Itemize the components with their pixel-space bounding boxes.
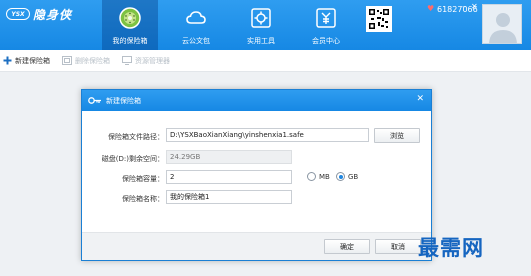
toolbar: 新建保险箱 删除保险箱 资源管理器 <box>0 50 531 72</box>
tab-cloud-briefcase[interactable]: 云公文包 <box>168 0 224 50</box>
unit-mb-label: MB <box>319 173 330 181</box>
safe-name-label: 保险箱名称： <box>122 195 164 203</box>
new-safe-button[interactable]: 新建保险箱 <box>2 56 50 66</box>
disk-space-label: 磁盘(D:)剩余空间： <box>101 155 164 163</box>
capacity-label: 保险箱容量： <box>122 175 164 183</box>
heart-icon: ♥ <box>427 4 435 13</box>
browse-button[interactable]: 浏览 <box>374 128 420 143</box>
safe-icon <box>62 56 72 66</box>
unit-gb-label: GB <box>348 173 359 181</box>
unit-mb-radio[interactable] <box>307 172 316 181</box>
minimize-icon[interactable]: – <box>462 2 466 11</box>
app-logo: YSX 隐身侠 <box>6 6 72 22</box>
path-label: 保险箱文件路径： <box>108 133 164 141</box>
tab-label: 云公文包 <box>182 37 210 45</box>
top-bar: YSX 隐身侠 我的保险箱 云公文包 实用工具 会员中心 ♥ 61827066 … <box>0 0 531 50</box>
disk-space-field: 24.29GB <box>166 150 292 164</box>
dialog-header: 新建保险箱 ✕ <box>82 90 431 111</box>
safe-path-field[interactable]: D:\YSXBaoXianXiang\yinshenxia1.safe <box>166 128 369 142</box>
logo-mark: YSX <box>6 8 30 20</box>
new-safe-label: 新建保险箱 <box>15 56 50 65</box>
watermark: 最需网 <box>418 235 484 260</box>
avatar[interactable] <box>482 4 522 44</box>
logo-text: 隐身侠 <box>33 7 73 22</box>
tab-label: 实用工具 <box>247 37 275 45</box>
cloud-icon <box>184 6 208 30</box>
plus-icon <box>2 56 12 66</box>
resource-manager-button[interactable]: 资源管理器 <box>122 56 170 66</box>
member-center-icon <box>314 6 338 30</box>
dialog-footer: 确定 取消 <box>82 232 431 260</box>
cancel-button[interactable]: 取消 <box>375 239 421 254</box>
key-icon <box>88 96 102 106</box>
tab-my-safe[interactable]: 我的保险箱 <box>102 0 158 50</box>
close-window-icon[interactable]: ✕ <box>471 2 478 11</box>
gear-tools-icon <box>249 6 273 30</box>
safe-name-input[interactable]: 我的保险箱1 <box>166 190 292 204</box>
capacity-input[interactable]: 2 <box>166 170 292 184</box>
new-safe-dialog: 新建保险箱 ✕ 保险箱文件路径： D:\YSXBaoXianXiang\yins… <box>81 89 432 261</box>
tab-label: 会员中心 <box>312 37 340 45</box>
tab-utilities[interactable]: 实用工具 <box>233 0 289 50</box>
close-icon[interactable]: ✕ <box>416 95 424 104</box>
tab-label: 我的保险箱 <box>112 37 148 45</box>
tab-member-center[interactable]: 会员中心 <box>298 0 354 50</box>
resource-manager-label: 资源管理器 <box>135 56 170 65</box>
kiwi-safe-icon <box>118 6 142 30</box>
unit-gb-radio[interactable] <box>336 172 345 181</box>
monitor-icon <box>122 56 132 66</box>
ok-button[interactable]: 确定 <box>324 239 370 254</box>
delete-safe-button[interactable]: 删除保险箱 <box>62 56 110 66</box>
qr-code[interactable] <box>366 6 392 32</box>
delete-safe-label: 删除保险箱 <box>75 56 110 65</box>
dialog-title: 新建保险箱 <box>106 96 141 105</box>
